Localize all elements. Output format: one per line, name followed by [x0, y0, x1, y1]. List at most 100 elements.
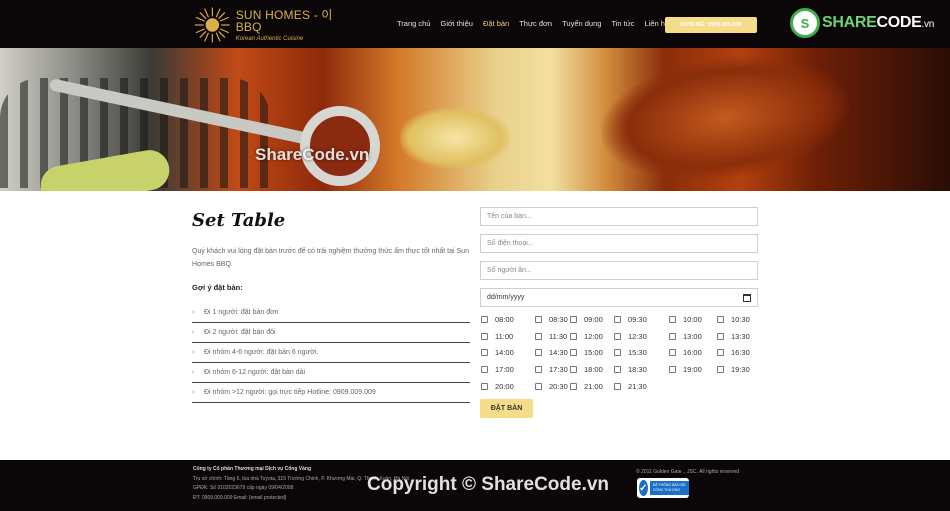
time-slot-option[interactable]: 14:30	[535, 348, 568, 357]
time-slot-option[interactable]: 13:30	[717, 332, 750, 341]
time-slot-checkbox[interactable]	[614, 349, 621, 357]
time-slot-option[interactable]: 21:00	[570, 382, 603, 391]
site-header: SUN HOMES - 이 BBQ Korean Authentic Cuisi…	[0, 0, 950, 48]
nav-item-about[interactable]: Giới thiệu	[441, 19, 473, 28]
time-slot-checkbox[interactable]	[570, 349, 577, 357]
time-slot-checkbox[interactable]	[570, 316, 577, 323]
footer-copyright: © 2011 Golden Gate ., JSC. All rights re…	[636, 469, 740, 475]
hotline-button[interactable]: HOTLINE: 0909.009.009	[665, 17, 757, 33]
page-title: Set Table	[192, 210, 286, 231]
time-slot-checkbox[interactable]	[535, 332, 542, 340]
time-slot-checkbox[interactable]	[535, 382, 542, 390]
date-input-value: dd/mm/yyyy	[487, 294, 525, 301]
time-slot-label: 19:30	[731, 365, 750, 375]
time-slot-checkbox[interactable]	[570, 366, 577, 374]
time-slot-option[interactable]: 10:00	[669, 315, 702, 324]
time-slot-option[interactable]: 09:30	[614, 315, 647, 324]
time-slot-option[interactable]: 12:30	[614, 332, 647, 341]
time-slot-option[interactable]: 18:30	[614, 365, 647, 374]
time-slot-checkbox[interactable]	[717, 316, 724, 323]
time-slot-option[interactable]: 18:00	[570, 365, 603, 374]
time-slot-checkbox[interactable]	[614, 366, 621, 374]
time-slot-label: 20:00	[495, 381, 514, 391]
time-slot-option[interactable]: 17:30	[535, 365, 568, 374]
time-slot-option[interactable]: 20:30	[535, 382, 568, 391]
time-slot-checkbox[interactable]	[481, 366, 488, 374]
time-slot-option[interactable]: 17:00	[481, 365, 514, 374]
nav-item-home[interactable]: Trang chủ	[397, 19, 431, 28]
banner-watermark: ShareCode.vn	[255, 145, 370, 164]
ministry-registration-badge[interactable]: ✓ ĐÃ THÔNG BÁO BỘ CÔNG THƯƠNG	[637, 478, 689, 498]
nav-item-careers[interactable]: Tuyển dụng	[562, 19, 601, 28]
time-slot-checkbox[interactable]	[481, 349, 488, 357]
footer-watermark: Copyright © ShareCode.vn	[367, 474, 610, 495]
phone-input[interactable]: Số điện thoại...	[480, 234, 758, 253]
badge-text: ĐÃ THÔNG BÁO BỘ CÔNG THƯƠNG	[649, 481, 689, 495]
logo-tagline: Korean Authentic Cuisine	[235, 35, 304, 42]
list-item: › Đi nhóm 6-12 người: đặt bàn dài	[192, 363, 470, 383]
time-slot-label: 08:00	[495, 315, 514, 324]
people-count-input[interactable]: Số người ăn...	[480, 261, 758, 280]
meat-shape	[592, 48, 858, 191]
time-slot-checkbox[interactable]	[570, 332, 577, 340]
time-slot-option[interactable]: 14:00	[481, 348, 514, 357]
time-slot-option[interactable]: 21:30	[614, 382, 647, 391]
time-slot-checkbox[interactable]	[535, 366, 542, 374]
time-slot-checkbox[interactable]	[717, 366, 724, 374]
nav-item-booking[interactable]: Đặt bàn	[483, 19, 509, 28]
time-slot-option[interactable]: 19:00	[669, 365, 702, 374]
time-slot-label: 13:00	[683, 331, 702, 341]
time-slot-option[interactable]: 16:00	[669, 348, 702, 357]
time-slot-label: 13:30	[731, 331, 750, 341]
time-slot-label: 09:30	[628, 315, 647, 324]
time-slot-option[interactable]: 10:30	[717, 315, 750, 324]
time-slot-checkbox[interactable]	[570, 382, 577, 390]
time-slot-option[interactable]: 11:30	[535, 332, 567, 341]
nav-item-news[interactable]: Tin tức	[611, 19, 634, 28]
site-logo[interactable]: SUN HOMES - 이 BBQ Korean Authentic Cuisi…	[193, 5, 358, 45]
time-slot-label: 15:00	[584, 348, 603, 358]
time-slot-checkbox[interactable]	[535, 349, 542, 357]
sharecode-logo-icon: S	[790, 8, 820, 38]
book-table-button[interactable]: ĐẶT BÀN	[480, 399, 533, 418]
sun-logo-icon	[194, 7, 230, 43]
time-slot-checkbox[interactable]	[481, 332, 488, 340]
time-slot-checkbox[interactable]	[614, 382, 621, 390]
chevron-right-icon: ›	[192, 389, 195, 396]
time-slot-checkbox[interactable]	[535, 316, 542, 323]
time-slot-checkbox[interactable]	[614, 316, 621, 323]
time-slot-label: 18:00	[584, 365, 603, 375]
name-input[interactable]: Tên của bạn...	[480, 207, 758, 226]
time-slot-checkbox[interactable]	[481, 316, 488, 323]
time-slot-checkbox[interactable]	[669, 366, 676, 374]
time-slot-label: 21:30	[628, 381, 647, 391]
intro-text: Quý khách vui lòng đặt bàn trước để có t…	[192, 248, 469, 268]
sharecode-logo: S SHARECODE.vn	[790, 8, 934, 38]
time-slot-option[interactable]: 13:00	[669, 332, 702, 341]
logo-text: SUN HOMES - 이 BBQ Korean Authentic Cuisi…	[236, 9, 358, 42]
time-slot-label: 10:00	[683, 315, 702, 324]
time-slot-label: 12:00	[584, 331, 603, 341]
time-slot-checkbox[interactable]	[717, 332, 724, 340]
date-input[interactable]: dd/mm/yyyy	[480, 288, 758, 307]
time-slot-option[interactable]: 12:00	[570, 332, 603, 341]
time-slot-option[interactable]: 11:00	[481, 332, 513, 341]
time-slot-checkbox[interactable]	[717, 349, 724, 357]
time-slot-option[interactable]: 15:00	[570, 348, 603, 357]
time-slot-checkbox[interactable]	[669, 316, 676, 323]
time-slot-option[interactable]: 20:00	[481, 382, 514, 391]
time-slot-checkbox[interactable]	[481, 382, 488, 390]
time-slot-option[interactable]: 16:30	[717, 348, 750, 357]
time-slot-option[interactable]: 19:30	[717, 365, 750, 374]
time-slot-option[interactable]: 08:30	[535, 315, 568, 324]
time-slot-checkbox[interactable]	[614, 332, 621, 340]
chevron-right-icon: ›	[192, 329, 195, 336]
nav-item-menu[interactable]: Thực đơn	[519, 19, 552, 28]
time-slot-option[interactable]: 08:00	[481, 315, 514, 324]
calendar-icon[interactable]	[743, 294, 751, 302]
time-slot-option[interactable]: 09:00	[570, 315, 603, 324]
time-slot-checkbox[interactable]	[669, 332, 676, 340]
time-slot-option[interactable]: 15:30	[614, 348, 647, 357]
main-nav: Trang chủ Giới thiệu Đặt bàn Thực đơn Tu…	[397, 19, 679, 28]
time-slot-checkbox[interactable]	[669, 349, 676, 357]
